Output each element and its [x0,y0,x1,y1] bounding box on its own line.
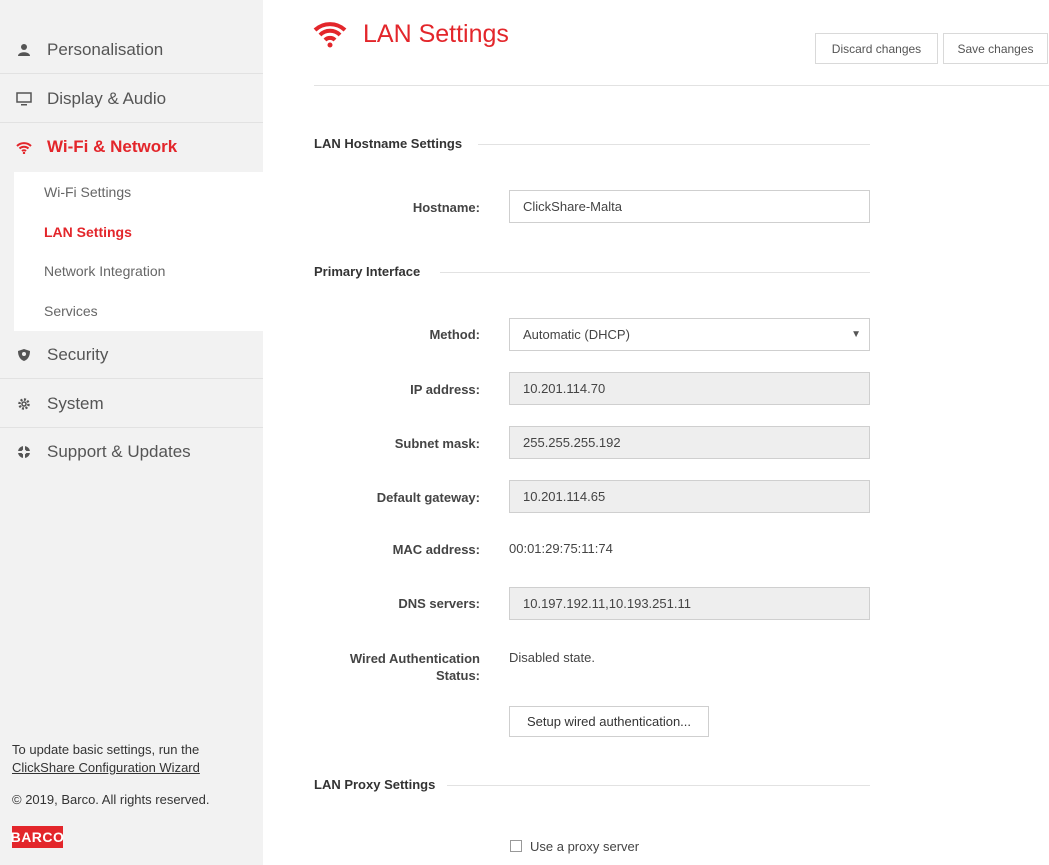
copyright-text: © 2019, Barco. All rights reserved. [12,792,210,807]
sidebar-item-label: System [47,393,104,413]
proxy-checkbox-label[interactable]: Use a proxy server [530,839,639,854]
page-title: LAN Settings [363,20,509,48]
subnav-item-lan-settings[interactable]: LAN Settings [44,224,132,240]
subnet-mask-label: Subnet mask: [394,436,480,451]
sidebar-item-security[interactable]: Security [0,331,263,379]
section-title-proxy: LAN Proxy Settings [314,777,436,792]
header-divider [314,85,1049,86]
discard-changes-button[interactable]: Discard changes [815,33,938,64]
sidebar-item-label: Wi-Fi & Network [47,137,178,156]
barco-logo-text: BARCO [10,829,65,845]
wired-auth-status: Disabled state. [509,650,595,665]
person-icon [16,42,32,58]
dns-servers-field: 10.197.192.11,10.193.251.11 [509,587,870,620]
sidebar-item-personalisation[interactable]: Personalisation [0,26,263,74]
save-changes-button[interactable]: Save changes [943,33,1048,64]
lifebuoy-icon [16,444,32,460]
section-divider [478,144,870,145]
subnav-item-wifi-settings[interactable]: Wi-Fi Settings [44,184,131,200]
sidebar-item-label: Support & Updates [47,442,191,461]
sidebar-item-label: Personalisation [47,39,164,59]
update-hint-text: To update basic settings, run the [12,742,200,757]
sidebar: Personalisation Display & Audio Wi-Fi & … [0,0,263,865]
method-selected-value: Automatic (DHCP) [523,327,630,342]
subnet-mask-field: 255.255.255.192 [509,426,870,459]
section-title-hostname: LAN Hostname Settings [314,136,463,151]
method-select[interactable]: Automatic (DHCP) ▼ [509,318,870,351]
gear-icon [16,396,32,412]
section-divider [440,272,870,273]
sidebar-item-support-updates[interactable]: Support & Updates [0,428,263,476]
sidebar-item-system[interactable]: System [0,380,263,428]
subnet-mask-value: 255.255.255.192 [523,435,621,450]
mac-address-label: MAC address: [392,542,480,557]
ip-address-label: IP address: [410,382,480,397]
hostname-value: ClickShare-Malta [523,199,622,214]
wifi-icon [313,20,347,48]
dns-servers-value: 10.197.192.11,10.193.251.11 [523,596,691,611]
method-label: Method: [429,327,480,342]
default-gateway-field: 10.201.114.65 [509,480,870,513]
section-divider [447,785,870,786]
subnav-item-network-integration[interactable]: Network Integration [44,263,165,279]
hostname-label: Hostname: [412,200,480,215]
default-gateway-label: Default gateway: [376,490,480,505]
wired-auth-label-line2: Status: [435,668,480,683]
ip-address-value: 10.201.114.70 [523,381,606,396]
configuration-wizard-link[interactable]: ClickShare Configuration Wizard [12,760,200,775]
section-title-primary-interface: Primary Interface [314,264,421,279]
sidebar-item-display-audio[interactable]: Display & Audio [0,75,263,123]
proxy-checkbox[interactable] [510,840,522,852]
default-gateway-value: 10.201.114.65 [523,489,606,504]
mac-address-value: 00:01:29:75:11:74 [509,541,613,556]
caret-down-icon: ▼ [851,329,861,340]
wifi-network-submenu: Wi-Fi Settings LAN Settings Network Inte… [14,172,263,331]
sidebar-item-label: Security [47,344,109,364]
setup-wired-auth-button[interactable]: Setup wired authentication... [509,706,709,737]
sidebar-item-label: Display & Audio [47,88,167,108]
wired-auth-label: Wired Authentication Status: [290,650,480,684]
sidebar-item-wifi-network[interactable]: Wi-Fi & Network [0,123,263,171]
dns-servers-label: DNS servers: [398,596,480,611]
hostname-field[interactable]: ClickShare-Malta [509,190,870,223]
monitor-icon [16,91,32,107]
wifi-icon [16,139,32,155]
barco-logo: BARCO [10,826,65,848]
ip-address-field: 10.201.114.70 [509,372,870,405]
wired-auth-label-line1: Wired Authentication [349,651,480,666]
shield-icon [16,347,32,363]
subnav-item-services[interactable]: Services [44,303,98,319]
